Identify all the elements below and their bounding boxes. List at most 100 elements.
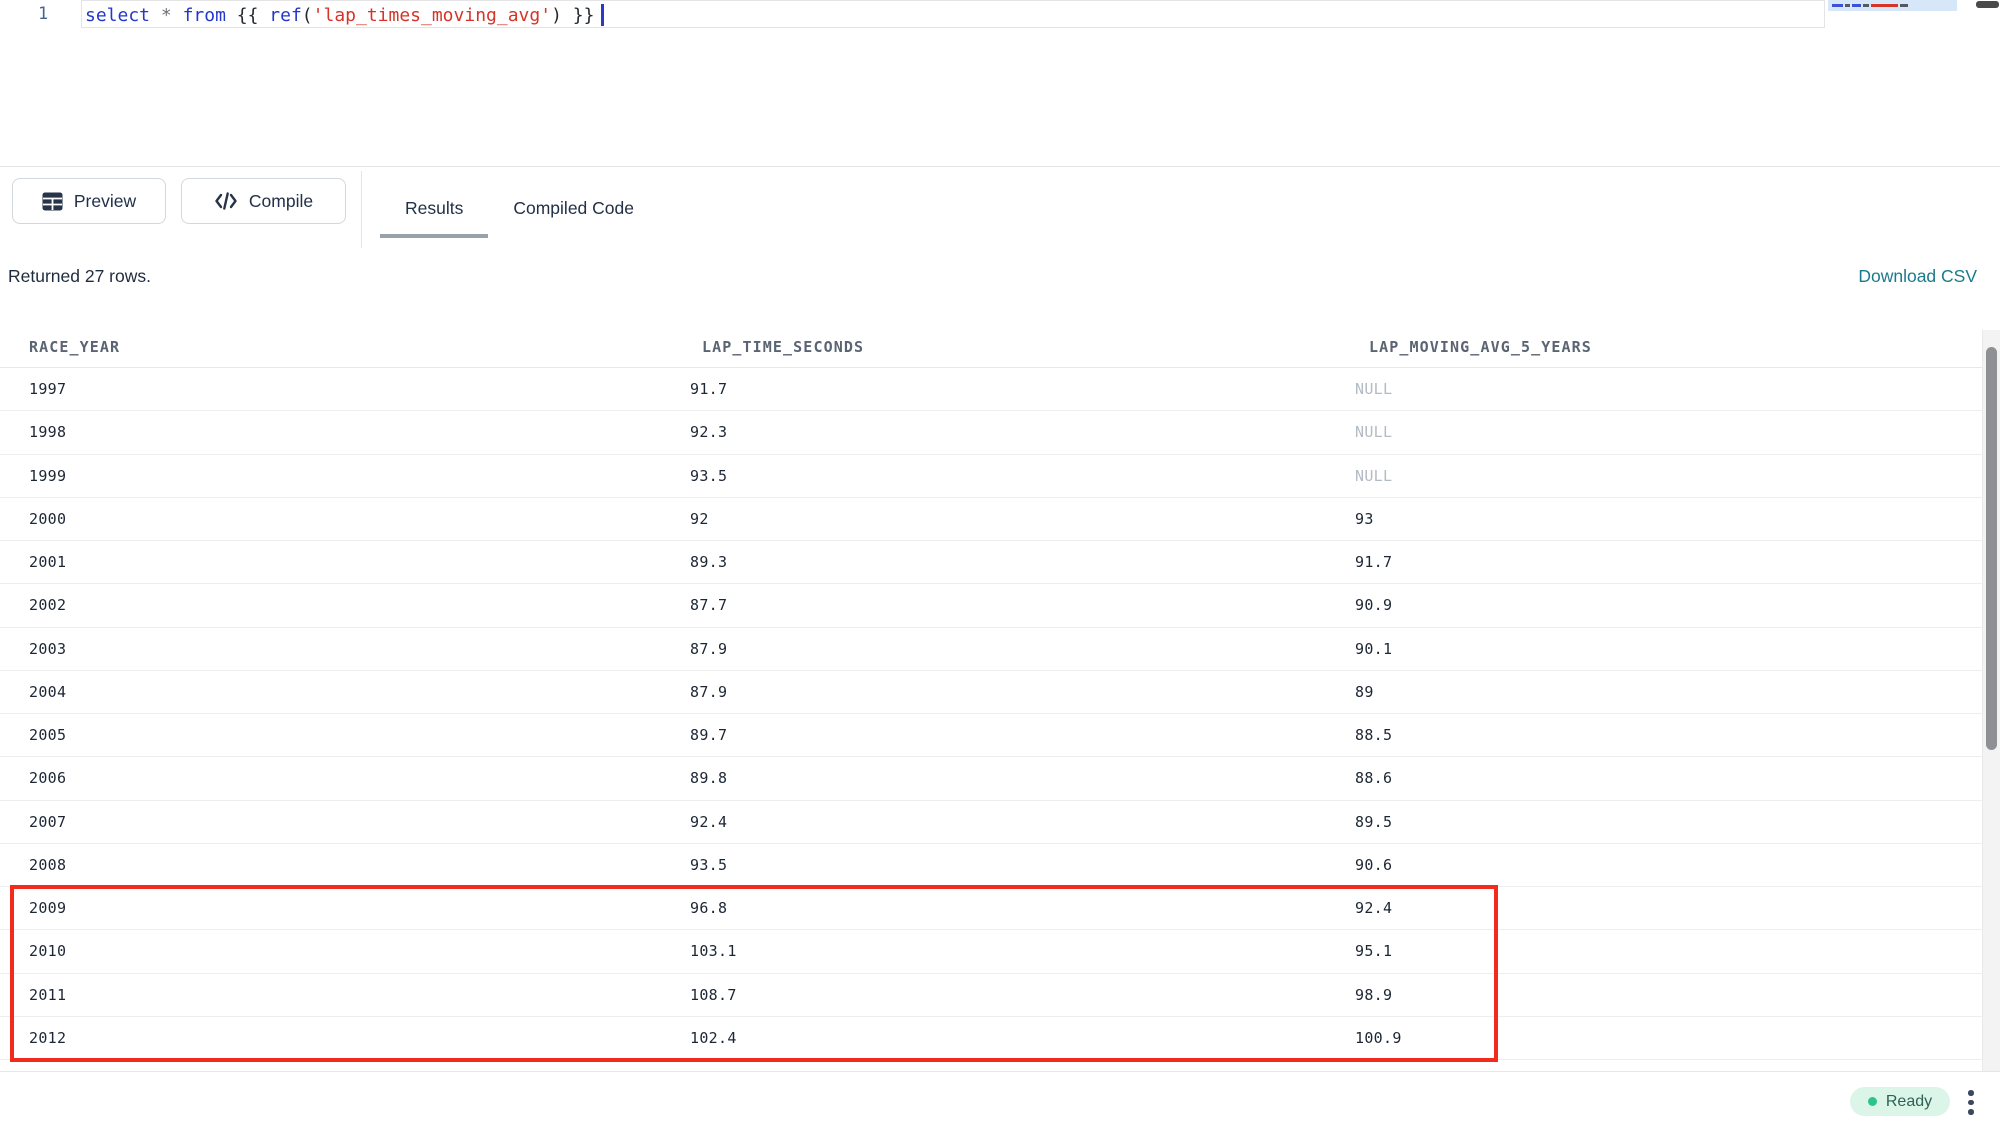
download-csv-link[interactable]: Download CSV: [1858, 266, 1977, 287]
table-scrollbar[interactable]: [1982, 330, 2000, 1071]
table-cell: 89.5: [1355, 813, 1392, 831]
text-cursor: [601, 4, 604, 26]
column-header: RACE_YEAR: [29, 338, 120, 356]
kebab-menu-icon[interactable]: [1968, 1090, 1974, 1115]
code-token: *: [161, 5, 172, 26]
table-cell: 2003: [29, 640, 66, 658]
editor-scrollbar-thumb[interactable]: [1976, 1, 1999, 8]
table-row: 2004 87.9 89: [0, 671, 1982, 714]
table-row: 1997 91.7 NULL: [0, 368, 1982, 411]
table-row: 1999 93.5 NULL: [0, 455, 1982, 498]
table-cell: 2007: [29, 813, 66, 831]
table-cell: 1997: [29, 380, 66, 398]
table-cell: 96.8: [690, 899, 727, 917]
table-cell: 1999: [29, 467, 66, 485]
status-bar: Ready: [0, 1071, 2000, 1124]
table-cell: 90.1: [1355, 640, 1392, 658]
table-cell: 2008: [29, 856, 66, 874]
table-cell: 93.5: [690, 856, 727, 874]
table-cell: NULL: [1355, 423, 1392, 441]
minimap: [1828, 0, 1957, 11]
table-cell: 89: [1355, 683, 1374, 701]
ready-status-badge: Ready: [1850, 1087, 1950, 1116]
table-cell: 90.9: [1355, 596, 1392, 614]
table-cell: 92: [690, 510, 709, 528]
table-cell: 93: [1355, 510, 1374, 528]
code-token: [172, 5, 183, 26]
line-number: 1: [38, 4, 48, 24]
table-row: 2012 102.4 100.9: [0, 1017, 1982, 1060]
table-cell: 92.4: [690, 813, 727, 831]
table-cell: 98.9: [1355, 986, 1392, 1004]
code-token: (: [302, 5, 313, 26]
table-cell: 2010: [29, 942, 66, 960]
table-row: 2005 89.7 88.5: [0, 714, 1982, 757]
table-cell: 87.9: [690, 640, 727, 658]
table-cell: 87.9: [690, 683, 727, 701]
table-cell: 1998: [29, 423, 66, 441]
table-cell: 2009: [29, 899, 66, 917]
preview-button[interactable]: Preview: [12, 178, 166, 224]
compile-button-label: Compile: [249, 191, 313, 212]
code-line[interactable]: select * from {{ ref('lap_times_moving_a…: [85, 4, 604, 26]
ready-status-label: Ready: [1886, 1093, 1932, 1111]
table-cell: 92.3: [690, 423, 727, 441]
table-cell: 108.7: [690, 986, 737, 1004]
table-scrollbar-thumb[interactable]: [1986, 347, 1997, 750]
code-token: 'lap_times_moving_avg': [313, 5, 551, 26]
table-cell: 2002: [29, 596, 66, 614]
table-cell: 95.1: [1355, 942, 1392, 960]
table-row: 2011 108.7 98.9: [0, 974, 1982, 1017]
code-icon: [214, 191, 238, 211]
table-cell: 90.6: [1355, 856, 1392, 874]
table-cell: NULL: [1355, 380, 1392, 398]
table-cell: 88.6: [1355, 769, 1392, 787]
results-tabs: ResultsCompiled Code: [380, 167, 659, 249]
column-header: LAP_MOVING_AVG_5_YEARS: [1369, 338, 1592, 356]
table-row: 2000 92 93: [0, 498, 1982, 541]
compile-button[interactable]: Compile: [181, 178, 346, 224]
sql-editor[interactable]: 1 select * from {{ ref('lap_times_moving…: [0, 0, 2000, 166]
table-cell: 102.4: [690, 1029, 737, 1047]
table-cell: 87.7: [690, 596, 727, 614]
table-cell: 2000: [29, 510, 66, 528]
table-row: 200189.391.7: [0, 541, 1982, 584]
table-cell: 2006: [29, 769, 66, 787]
table-cell: 92.4: [1355, 899, 1392, 917]
toolbar-divider: [361, 171, 362, 248]
table-cell: 89.7: [690, 726, 727, 744]
preview-button-label: Preview: [74, 191, 136, 212]
code-token: ref: [269, 5, 302, 26]
table-body: 1997 91.7 NULL 1998 92.3 NULL 1999 93.5 NULL 2000…: [0, 368, 1982, 1060]
table-cell: 91.7: [1355, 553, 1392, 571]
results-toolbar: Preview Compile ResultsCompiled Code: [0, 166, 2000, 248]
tab-compiled-code[interactable]: Compiled Code: [488, 167, 659, 249]
table-cell: 2012: [29, 1029, 66, 1047]
table-row: 2007 92.4 89.5: [0, 801, 1982, 844]
table-cell: 2004: [29, 683, 66, 701]
table-cell: 2005: [29, 726, 66, 744]
code-token: {{: [226, 5, 269, 26]
table-cell: 100.9: [1355, 1029, 1402, 1047]
table-cell: NULL: [1355, 467, 1392, 485]
ready-dot-icon: [1868, 1097, 1877, 1106]
row-count-summary: Returned 27 rows.: [8, 266, 151, 287]
table-cell: 91.7: [690, 380, 727, 398]
table-header-row: RACE_YEAR LAP_TIME_SECONDS LAP_MOVING_AVG_…: [0, 325, 1982, 368]
table-cell: 88.5: [1355, 726, 1392, 744]
table-cell: 2001: [29, 553, 66, 571]
table-row: 2010103.195.1: [0, 930, 1982, 973]
tab-results[interactable]: Results: [380, 167, 488, 249]
table-row: 2003 87.9 90.1: [0, 628, 1982, 671]
code-token: ): [551, 5, 562, 26]
table-cell: 93.5: [690, 467, 727, 485]
table-row: 1998 92.3 NULL: [0, 411, 1982, 454]
code-token: [150, 5, 161, 26]
code-token: }}: [562, 5, 595, 26]
table-row: 2009 96.8 92.4: [0, 887, 1982, 930]
table-cell: 2011: [29, 986, 66, 1004]
code-token: from: [183, 5, 226, 26]
code-token: select: [85, 5, 150, 26]
column-header: LAP_TIME_SECONDS: [702, 338, 864, 356]
table-row: 200689.888.6: [0, 757, 1982, 800]
